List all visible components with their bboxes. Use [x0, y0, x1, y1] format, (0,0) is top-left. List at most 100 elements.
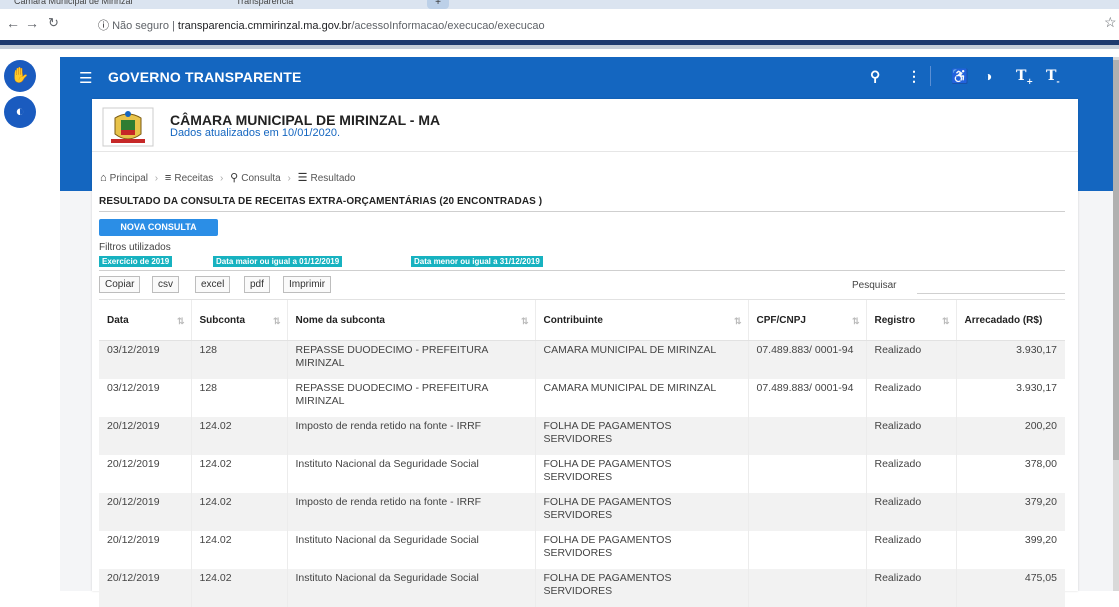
column-header-registro[interactable]: Registro ⇅ [865, 299, 956, 341]
sort-icon: ⇅ [851, 316, 860, 326]
cell-nome-subconta: Imposto de renda retido na fonte - IRRF [286, 416, 535, 455]
cell-arrecadado: 378,00 [955, 454, 1065, 493]
bookmark-star-icon[interactable]: ☆ [1104, 14, 1117, 31]
filter-badge-year: Exercício de 2019 [99, 256, 173, 267]
cell-date: 20/12/2019 [99, 568, 191, 607]
home-icon: ⌂ [100, 172, 107, 184]
column-header-nome-subconta[interactable]: Nome da subconta ⇅ [286, 299, 535, 341]
list-bullets-icon: ☰ [297, 172, 308, 184]
column-header-cpf-cnpj[interactable]: CPF/CNPJ ⇅ [747, 299, 866, 341]
cell-subconta: 124.02 [190, 568, 287, 607]
url-path: /acessoInformacao/execucao/execucao [351, 20, 545, 32]
app-title: GOVERNO TRANSPARENTE [108, 69, 302, 85]
column-header-contribuinte[interactable]: Contribuinte ⇅ [534, 299, 748, 341]
cell-arrecadado: 379,20 [955, 492, 1065, 531]
browser-tab-transparencia[interactable]: Transparência [236, 0, 293, 9]
table-row: 03/12/2019 128 REPASSE DUODECIMO - PREFEIT… [99, 378, 1065, 417]
sort-asc-icon: ⇅ [176, 316, 185, 326]
cell-date: 20/12/2019 [99, 492, 191, 531]
search-input[interactable] [917, 275, 1065, 294]
contrast-toggle-icon[interactable]: ◐ [4, 96, 36, 128]
filters-label: Filtros utilizados [99, 242, 171, 253]
breadcrumb: ⌂ Principal › ≡ Receitas › ⚲ Consulta › ☰ Re… [100, 172, 356, 184]
cell-cpf-cnpj [747, 568, 866, 607]
data-updated-label: Dados atualizados em 10/01/2020. [170, 127, 341, 139]
org-name: CÂMARA MUNICIPAL DE MIRINZAL - MA [170, 112, 441, 128]
cell-cpf-cnpj [747, 416, 866, 455]
cell-contribuinte: FOLHA DE PAGAMENTOS SERVIDORES [534, 454, 748, 493]
column-header-arrecadado[interactable]: Arrecadado (R$) [955, 299, 1065, 341]
cell-nome-subconta: Instituto Nacional da Seguridade Social [286, 530, 535, 569]
cell-cpf-cnpj: 07.489.883/ 0001-94 [747, 378, 866, 417]
table-header-row: Data ⇅ Subconta ⇅ Nome da subconta ⇅ Contri… [99, 299, 1065, 341]
cell-registro: Realizado [865, 340, 956, 379]
municipal-coat-of-arms-logo [102, 107, 154, 147]
cell-contribuinte: FOLHA DE PAGAMENTOS SERVIDORES [534, 530, 748, 569]
new-tab-button[interactable]: + [427, 0, 449, 9]
breadcrumb-receitas[interactable]: Receitas [174, 173, 213, 184]
cell-contribuinte: FOLHA DE PAGAMENTOS SERVIDORES [534, 568, 748, 607]
table-row: 20/12/2019 124.02 Instituto Nacional da Se… [99, 530, 1065, 569]
table-row: 20/12/2019 124.02 Imposto de renda retido … [99, 416, 1065, 455]
font-decrease-icon[interactable]: T- [1046, 68, 1060, 86]
cell-subconta: 124.02 [190, 416, 287, 455]
cell-registro: Realizado [865, 378, 956, 417]
cell-subconta: 124.02 [190, 530, 287, 569]
more-vert-icon[interactable]: ⋮ [907, 68, 921, 85]
cell-registro: Realizado [865, 416, 956, 455]
cell-nome-subconta: REPASSE DUODECIMO - PREFEITURA MIRINZAL [286, 378, 535, 417]
column-header-data[interactable]: Data ⇅ [99, 299, 191, 341]
cell-date: 20/12/2019 [107, 533, 160, 546]
forward-icon[interactable]: → [25, 15, 39, 31]
excel-button[interactable]: excel [195, 276, 231, 293]
cell-nome-subconta: REPASSE DUODECIMO - PREFEITURA MIRINZAL [286, 340, 535, 379]
result-title: RESULTADO DA CONSULTA DE RECEITAS EXTRA-… [99, 196, 543, 207]
cell-cpf-cnpj: 07.489.883/ 0001-94 [747, 340, 866, 379]
breadcrumb-principal[interactable]: Principal [110, 173, 148, 184]
contrast-icon[interactable]: ◑ [984, 68, 992, 84]
info-icon[interactable]: ⓘ [98, 20, 109, 32]
new-query-button[interactable]: NOVA CONSULTA [99, 219, 218, 236]
cell-contribuinte: FOLHA DE PAGAMENTOS SERVIDORES [534, 416, 748, 455]
cell-registro: Realizado [865, 568, 956, 607]
sort-icon: ⇅ [272, 316, 281, 326]
pdf-button[interactable]: pdf [244, 276, 270, 293]
font-increase-icon[interactable]: T+ [1016, 68, 1033, 86]
search-label: Pesquisar [852, 280, 897, 291]
cell-cpf-cnpj [747, 454, 866, 493]
cell-arrecadado: 200,20 [955, 416, 1065, 455]
csv-button[interactable]: csv [152, 276, 179, 293]
back-icon[interactable]: ← [6, 15, 20, 31]
cell-contribuinte: CAMARA MUNICIPAL DE MIRINZAL [534, 340, 748, 379]
print-button[interactable]: Imprimir [283, 276, 332, 293]
cell-subconta: 124.02 [190, 492, 287, 531]
cell-subconta: 128 [190, 340, 287, 379]
cell-date: 20/12/2019 [107, 457, 160, 470]
cell-cpf-cnpj [747, 492, 866, 531]
cell-cpf-cnpj [747, 530, 866, 569]
column-header-subconta[interactable]: Subconta ⇅ [190, 299, 287, 341]
cell-date: 20/12/2019 [99, 416, 191, 455]
menu-icon[interactable]: ☰ [79, 69, 92, 87]
breadcrumb-consulta[interactable]: Consulta [241, 173, 280, 184]
cell-arrecadado: 399,20 [955, 530, 1065, 569]
sign-language-icon[interactable]: ✋ [4, 60, 36, 92]
divider [99, 270, 1065, 271]
reload-icon[interactable]: ↻ [48, 15, 59, 31]
filter-badge-date-from: Data maior ou igual a 01/12/2019 [213, 256, 343, 267]
url-field[interactable]: ⓘ Não seguro | transparencia.cmmirinzal.… [98, 17, 545, 33]
browser-tab-camara[interactable]: Câmara Municipal de Mirinzal [14, 0, 133, 9]
search-icon[interactable]: ⚲ [870, 68, 880, 85]
page-scrollbar-thumb[interactable] [1113, 60, 1119, 460]
cell-contribuinte: FOLHA DE PAGAMENTOS SERVIDORES [534, 492, 748, 531]
table-row: 20/12/2019 124.02 Imposto de renda retido … [99, 492, 1065, 531]
cell-nome-subconta: Instituto Nacional da Seguridade Social [286, 454, 535, 493]
cell-registro: Realizado [865, 454, 956, 493]
sort-icon: ⇅ [941, 316, 950, 326]
cell-registro: Realizado [865, 492, 956, 531]
copy-button[interactable]: Copiar [99, 276, 141, 293]
table-row: 03/12/2019 128 REPASSE DUODECIMO - PREFEIT… [99, 340, 1065, 379]
cell-subconta: 128 [190, 378, 287, 417]
header-divider [930, 66, 931, 86]
accessibility-icon[interactable]: ♿ [951, 68, 968, 85]
